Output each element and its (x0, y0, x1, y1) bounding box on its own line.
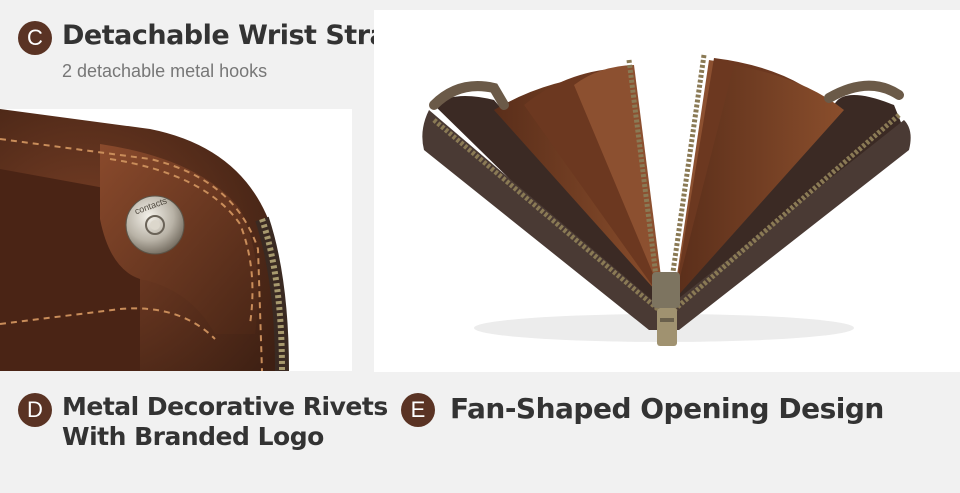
feature-d-title-line1: Metal Decorative Rivets (62, 392, 388, 421)
feature-d-title-line2: With Branded Logo (62, 422, 324, 451)
feature-e-badge: E (401, 393, 435, 427)
feature-c-title: Detachable Wrist Strap (62, 20, 407, 51)
feature-e-title: Fan-Shaped Opening Design (450, 392, 884, 425)
feature-c-badge: C (18, 21, 52, 55)
fan-wallet-photo (374, 10, 960, 372)
rivet-closeup-photo: contacts (0, 109, 352, 371)
rivet-closeup-illustration (0, 109, 352, 371)
fan-wallet-illustration (374, 10, 960, 372)
feature-d-badge: D (18, 393, 52, 427)
feature-c-subtitle: 2 detachable metal hooks (62, 61, 268, 81)
